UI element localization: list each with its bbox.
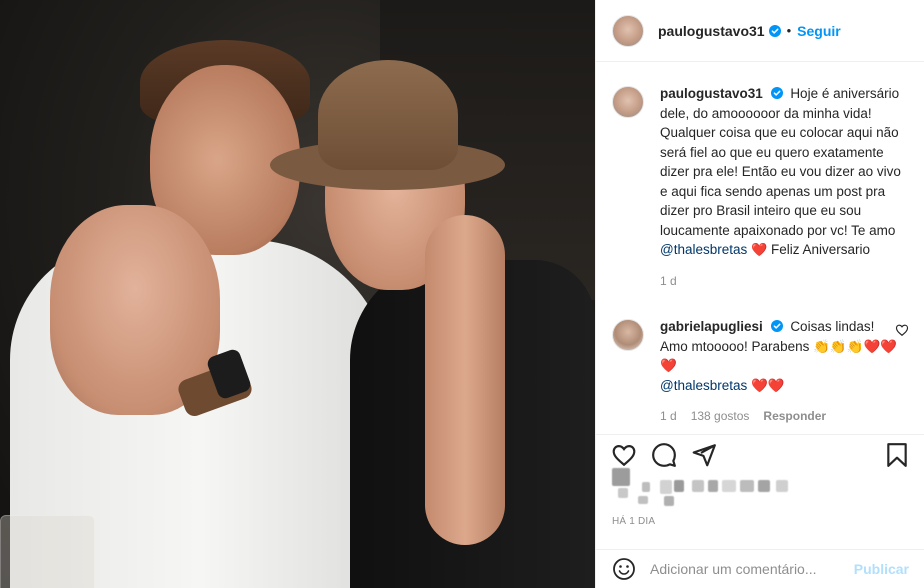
comments-list: paulogustavo31 Hoje é aniversário dele, …	[596, 62, 924, 434]
comment-emojis-after: ❤️❤️	[751, 377, 785, 393]
follow-button[interactable]: Seguir	[797, 23, 841, 39]
caption-comment: paulogustavo31 Hoje é aniversário dele, …	[612, 84, 909, 291]
caption-heart-emoji: ❤️	[751, 242, 768, 257]
caption-time[interactable]: 1 d	[660, 272, 677, 292]
caption-text-after: Feliz Aniversario	[770, 242, 871, 257]
caption-body: paulogustavo31 Hoje é aniversário dele, …	[660, 84, 904, 291]
verified-badge-icon	[768, 24, 781, 37]
caption-mention-link[interactable]: @thalesbretas	[660, 242, 747, 257]
post-photo[interactable]	[0, 0, 595, 588]
author-avatar[interactable]	[612, 14, 644, 47]
comment-button[interactable]	[650, 441, 678, 469]
comment-like-count[interactable]: 138 gostos	[691, 407, 750, 427]
add-comment-bar: Publicar	[596, 549, 924, 588]
like-button[interactable]	[610, 441, 638, 469]
heart-outline-icon	[612, 444, 636, 466]
photo-glass	[0, 515, 95, 588]
caption-username[interactable]: paulogustavo31	[660, 86, 763, 101]
comment-time[interactable]: 1 d	[660, 407, 677, 427]
verified-badge-icon	[770, 320, 783, 332]
redacted-block	[674, 480, 684, 492]
commenter-avatar[interactable]	[612, 319, 644, 351]
comment-bubble-icon	[652, 442, 676, 467]
redacted-block	[776, 480, 788, 492]
likes-summary-redacted	[612, 466, 912, 510]
comment-mention-link[interactable]: @thalesbretas	[660, 378, 747, 393]
redacted-block	[740, 480, 754, 492]
publish-button[interactable]: Publicar	[854, 561, 909, 577]
redacted-block	[660, 480, 672, 494]
photo-hat-crown	[318, 60, 458, 170]
header-separator: •	[786, 23, 792, 38]
paper-plane-icon	[692, 443, 716, 466]
save-button[interactable]	[883, 441, 911, 469]
bookmark-icon	[887, 442, 907, 467]
instagram-post-modal: paulogustavo31 • Seguir paulogustavo31 H…	[0, 0, 924, 588]
comment-input[interactable]	[650, 561, 854, 577]
caption-meta: 1 d	[660, 272, 904, 292]
redacted-block	[638, 496, 648, 504]
redacted-block	[612, 468, 630, 486]
redacted-block	[618, 488, 628, 498]
redacted-block	[708, 480, 718, 492]
photo-person-right-arm	[425, 215, 505, 545]
post-header: paulogustavo31 • Seguir	[596, 0, 924, 62]
author-username[interactable]: paulogustavo31	[658, 23, 765, 39]
verified-badge-icon	[770, 87, 783, 99]
reply-button[interactable]: Responder	[763, 407, 826, 427]
caption-text: Hoje é aniversário dele, do amoooooor da…	[660, 86, 901, 238]
redacted-block	[722, 480, 736, 492]
redacted-block	[692, 480, 704, 492]
share-button[interactable]	[690, 441, 718, 469]
post-side-panel: paulogustavo31 • Seguir paulogustavo31 H…	[595, 0, 924, 588]
post-timestamp[interactable]: HÁ 1 DIA	[612, 516, 655, 527]
comment-item: gabrielapugliesi Coisas lindas! Amo mtoo…	[612, 317, 909, 427]
emoji-picker-icon[interactable]	[612, 557, 636, 581]
comment-meta: 1 d 138 gostos Responder	[660, 407, 904, 427]
comment-body: gabrielapugliesi Coisas lindas! Amo mtoo…	[660, 317, 904, 427]
caption-author-avatar[interactable]	[612, 86, 644, 118]
comment-like-heart-icon[interactable]	[895, 323, 909, 337]
redacted-block	[758, 480, 770, 492]
commenter-username[interactable]: gabrielapugliesi	[660, 319, 763, 334]
redacted-block	[664, 496, 674, 506]
redacted-block	[642, 482, 650, 492]
